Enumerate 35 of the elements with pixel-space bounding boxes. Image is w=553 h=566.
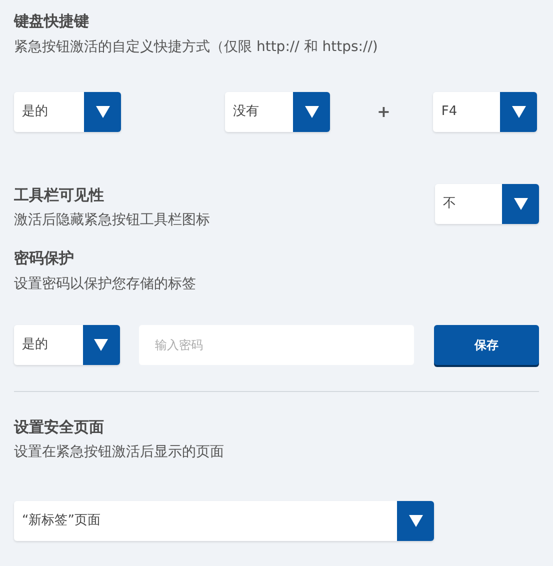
dropdown[interactable]: 没有 [225,92,330,132]
dropdown-value: 不 [442,194,457,213]
dropdown-value: 没有 [232,102,260,121]
dropdown-arrow-button[interactable] [502,184,539,224]
section-title: 设置安全页面 [14,416,105,438]
dropdown[interactable]: 是的 [14,92,121,132]
section-title: 键盘快捷键 [14,11,90,32]
section-description: 设置在紧急按钮激活后显示的页面 [14,443,225,462]
dropdown-arrow-button[interactable] [500,92,538,132]
dropdown-value: 是的 [21,336,49,354]
section-description: 设置密码以保护您存储的标签 [14,274,197,294]
plus-sign: + [377,100,390,122]
section-title: 密码保护 [14,248,75,269]
save-button[interactable]: 保存 [434,324,539,364]
dropdown-value: F4 [440,102,458,121]
dropdown-arrow-button[interactable] [84,92,121,132]
dropdown[interactable]: 是的 [14,324,120,364]
section-description: 激活后隐藏紧急按钮工具栏图标 [14,211,210,230]
password-field[interactable]: 输入密码 [138,324,414,364]
caret-icon [94,338,108,350]
dropdown-value: “新标签”页面 [21,512,102,530]
caret-icon [408,515,422,527]
caret-icon [512,106,526,118]
dropdown[interactable]: F4 [433,92,538,132]
dropdown-arrow-button[interactable] [82,324,120,364]
section-description: 紧急按钮激活的自定义快捷方式（仅限 http:// 和 https://) [14,38,379,56]
caret-icon [304,106,318,118]
caret-icon [96,106,110,118]
section-title: 工具栏可见性 [14,184,105,206]
dropdown-value: 是的 [21,102,49,121]
dropdown[interactable]: 不 [435,184,539,224]
dropdown[interactable]: “新标签”页面 [14,501,434,541]
dropdown-arrow-button[interactable] [397,501,434,541]
caret-icon [514,198,528,210]
dropdown-arrow-button[interactable] [293,92,330,132]
